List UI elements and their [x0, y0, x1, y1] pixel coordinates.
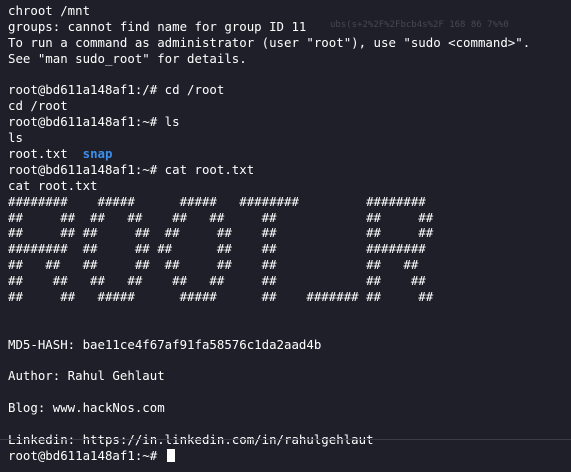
terminal-line: MD5-HASH: bae11ce4f67af91fa58576c1da2aad…: [8, 336, 322, 352]
banner-line: ## ## ## ## ## ## ## ## ##: [8, 273, 426, 289]
text-cursor: [166, 448, 175, 462]
terminal-line: chroot /mnt: [8, 3, 91, 18]
banner-line: ## ## ## ## ## ## ## ## ##: [8, 225, 434, 241]
terminal-window[interactable]: ubs(s+2%2F%2Fbcb4s%2F 168 86 7%%0 chroot…: [0, 0, 571, 472]
final-prompt-line[interactable]: root@bd611a148af1:~#: [8, 448, 571, 464]
banner-line: ## ## ## ## ## ## ## ## ##: [8, 209, 434, 225]
terminal-output-bottom: MD5-HASH: bae11ce4f67af91fa58576c1da2aad…: [8, 305, 571, 448]
terminal-line: ls: [8, 130, 23, 146]
ascii-banner: ######## ##### ##### ######## ######## ##…: [8, 194, 571, 305]
ls-output-line: root.txt snap: [8, 146, 571, 162]
ls-separator: [68, 146, 83, 161]
terminal-line: root@bd611a148af1:~# cat root.txt: [8, 161, 255, 177]
terminal-line: See "man sudo_root" for details.: [8, 50, 247, 66]
terminal-line: Author: Rahul Gehlaut: [8, 368, 165, 384]
file-name-root-txt: root.txt: [8, 146, 68, 162]
terminal-line: Blog: www.hackNos.com: [8, 400, 165, 416]
terminal-line: cd /root: [8, 98, 68, 114]
banner-line: ## ## ## ## ## ## ## ## ##: [8, 257, 419, 273]
terminal-line: root@bd611a148af1:~# ls: [8, 114, 180, 130]
terminal-line: cat root.txt: [8, 177, 98, 193]
banner-line: ######## ## ## ## ## ## ########: [8, 241, 426, 257]
terminal-line: root@bd611a148af1:/# cd /root: [8, 82, 225, 98]
terminal-output-mid: root@bd611a148af1:~# cat root.txt cat roo…: [8, 162, 571, 194]
faded-background-text: ubs(s+2%2F%2Fbcb4s%2F 168 86 7%%0: [330, 20, 509, 30]
terminal-line: To run a command as administrator (user …: [8, 34, 531, 50]
directory-name-snap: snap: [82, 146, 113, 162]
banner-line: ## ## ##### ##### ## ####### ## ##: [8, 289, 434, 305]
banner-line: ######## ##### ##### ######## ########: [8, 193, 426, 209]
divider-line: [0, 439, 571, 440]
shell-prompt: root@bd611a148af1:~#: [8, 447, 165, 463]
